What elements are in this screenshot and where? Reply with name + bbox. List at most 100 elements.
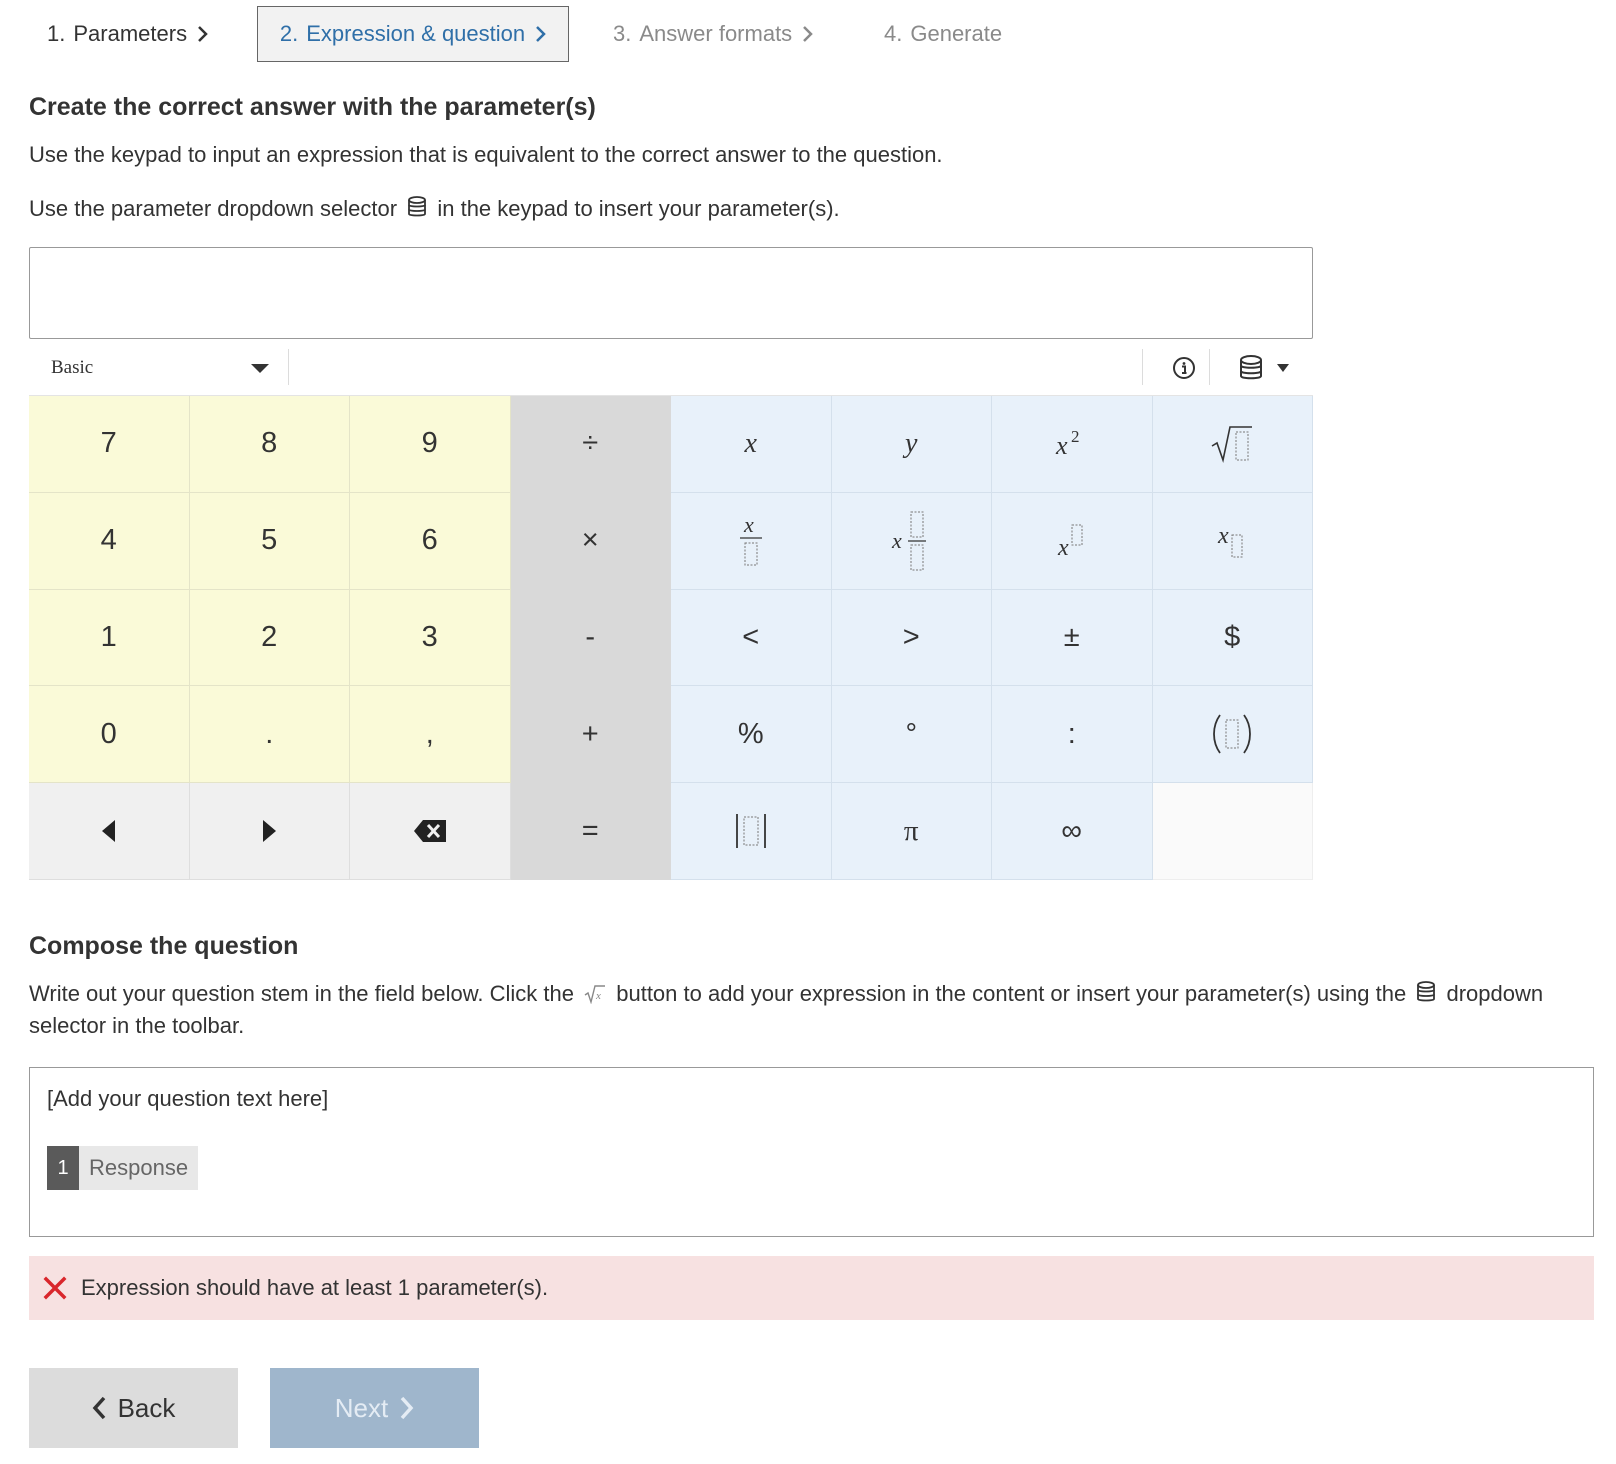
param-hint: Use the parameter dropdown selector in t… [29, 193, 840, 225]
toolbar-divider [1209, 349, 1210, 385]
mixed-fraction-icon: x [891, 511, 927, 571]
key-3[interactable]: 3 [350, 589, 511, 687]
keypad-grid: 7 8 9 ÷ x y x2 4 5 6 × x x x x 1 2 3 - <… [29, 396, 1313, 880]
key-multiply[interactable]: × [510, 492, 671, 590]
key-empty [1152, 783, 1313, 880]
back-button[interactable]: Back [29, 1368, 238, 1448]
answer-expression-input[interactable] [29, 247, 1313, 339]
svg-text:x: x [1217, 523, 1229, 549]
chevron-left-icon [92, 1396, 105, 1420]
key-0[interactable]: 0 [29, 686, 190, 784]
toolbar-divider [288, 349, 289, 385]
chevron-right-icon [198, 26, 208, 42]
question-section-title: Compose the question [29, 932, 299, 960]
wizard-steps: 1. Parameters 2. Expression & question 3… [29, 0, 1589, 70]
key-colon[interactable]: : [992, 686, 1153, 784]
key-cursor-right[interactable] [189, 783, 350, 880]
key-plus[interactable]: + [510, 686, 671, 784]
square-root-icon: x [584, 985, 606, 1004]
question-instruction: Write out your question stem in the fiel… [29, 978, 1599, 1042]
key-variable-x[interactable]: x [671, 396, 832, 493]
database-icon [408, 196, 427, 217]
chevron-right-icon [536, 26, 546, 42]
key-divide[interactable]: ÷ [510, 396, 671, 493]
step-expression-question[interactable]: 2. Expression & question [257, 6, 569, 62]
key-parentheses[interactable] [1152, 686, 1313, 784]
key-comma[interactable]: , [350, 686, 511, 784]
info-button[interactable] [1159, 339, 1209, 396]
fraction-icon: x [739, 514, 762, 566]
answer-section-title: Create the correct answer with the param… [29, 93, 596, 121]
error-x-icon [43, 1276, 67, 1300]
key-7[interactable]: 7 [29, 396, 190, 493]
key-absolute-value[interactable] [671, 783, 832, 880]
chevron-right-icon [400, 1396, 414, 1420]
parameter-dropdown-button[interactable] [1224, 339, 1304, 396]
caret-down-icon [251, 364, 269, 373]
subscript-icon: x [1217, 523, 1243, 558]
key-4[interactable]: 4 [29, 492, 190, 590]
key-1[interactable]: 1 [29, 589, 190, 687]
key-minus[interactable]: - [510, 589, 671, 687]
key-2[interactable]: 2 [189, 589, 350, 687]
question-text-editor[interactable]: [Add your question text here] 1 Response [29, 1067, 1594, 1237]
key-subscript[interactable]: x [1152, 492, 1313, 590]
keypad-mode-value: Basic [51, 356, 94, 378]
step-parameters[interactable]: 1. Parameters [47, 6, 208, 62]
param-hint-after: in the keypad to insert your parameter(s… [437, 196, 840, 221]
key-mixed-fraction[interactable]: x [831, 492, 992, 590]
next-button[interactable]: Next [270, 1368, 479, 1448]
backspace-icon [413, 820, 446, 843]
key-plus-minus[interactable]: ± [992, 589, 1153, 687]
key-cursor-left[interactable] [29, 783, 190, 880]
key-percent[interactable]: % [671, 686, 832, 784]
back-label: Back [117, 1392, 176, 1423]
step-label: Generate [910, 21, 1003, 46]
svg-text:x: x [595, 990, 601, 1002]
step-number: 4. [884, 21, 903, 46]
key-square-root[interactable] [1152, 396, 1313, 493]
square-root-icon [1211, 426, 1253, 463]
database-icon [1240, 354, 1262, 379]
keypad-toolbar: Basic [29, 339, 1313, 396]
error-message: Expression should have at least 1 parame… [81, 1275, 549, 1300]
key-pi[interactable]: π [831, 783, 992, 880]
key-8[interactable]: 8 [189, 396, 350, 493]
step-number: 3. [613, 21, 632, 46]
question-placeholder-text[interactable]: [Add your question text here] [47, 1086, 328, 1112]
key-decimal-point[interactable]: . [189, 686, 350, 784]
key-superscript[interactable]: x [992, 492, 1153, 590]
key-greater-than[interactable]: > [831, 589, 992, 687]
key-x-squared[interactable]: x2 [992, 396, 1153, 493]
info-icon [1173, 356, 1195, 379]
svg-text:x: x [1055, 431, 1068, 460]
step-label: Parameters [73, 21, 188, 46]
key-variable-y[interactable]: y [831, 396, 992, 493]
keypad-mode-select[interactable]: Basic [29, 339, 289, 396]
svg-text:x: x [1057, 535, 1069, 561]
toolbar-divider [1142, 349, 1143, 385]
key-6[interactable]: 6 [350, 492, 511, 590]
key-9[interactable]: 9 [350, 396, 511, 493]
superscript-icon: x [1057, 524, 1083, 561]
caret-down-icon [1277, 363, 1289, 372]
absolute-value-icon [735, 814, 766, 849]
key-5[interactable]: 5 [189, 492, 350, 590]
arrow-left-icon [101, 820, 115, 843]
response-box[interactable]: 1 Response [47, 1146, 199, 1190]
key-dollar[interactable]: $ [1152, 589, 1313, 687]
step-label: Answer formats [639, 21, 793, 46]
response-label: Response [89, 1155, 189, 1180]
step-label: Expression & question [306, 21, 526, 46]
key-less-than[interactable]: < [671, 589, 832, 687]
key-degree[interactable]: ° [831, 686, 992, 784]
key-backspace[interactable] [350, 783, 511, 880]
key-infinity[interactable]: ∞ [992, 783, 1153, 880]
svg-text:x: x [891, 528, 902, 553]
next-label: Next [334, 1392, 389, 1423]
key-fraction-x-over-box[interactable]: x [671, 492, 832, 590]
key-equals[interactable]: = [510, 783, 671, 880]
database-icon [1417, 981, 1436, 1002]
step-answer-formats[interactable]: 3. Answer formats [613, 6, 813, 62]
step-generate[interactable]: 4. Generate [884, 6, 1002, 62]
